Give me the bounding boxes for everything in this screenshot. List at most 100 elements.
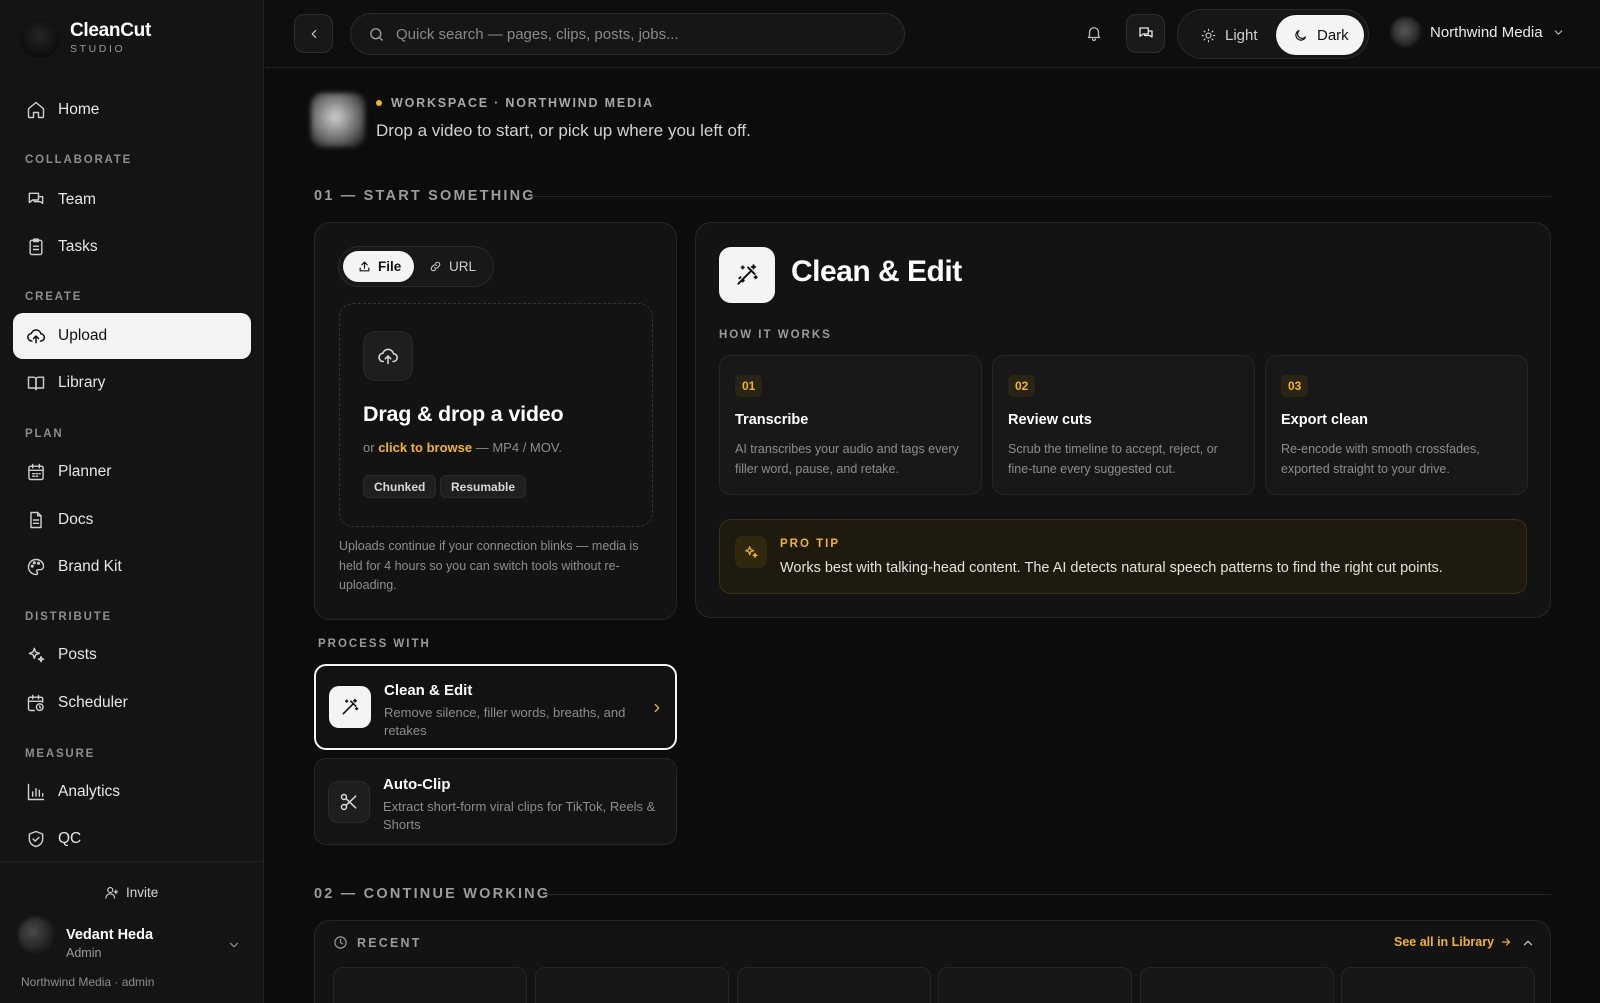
step-number: 02 — [1008, 375, 1036, 397]
sidebar-item-label: Home — [58, 101, 100, 118]
see-all-label: See all in Library — [1394, 935, 1495, 949]
how-it-works-label: HOW IT WORKS — [719, 329, 832, 341]
process-option-auto-clip[interactable]: Auto-Clip Extract short-form viral clips… — [314, 758, 677, 845]
dropzone-subtitle: or click to browse — MP4 / MOV. — [363, 440, 562, 455]
org-line: Northwind Media · admin — [21, 975, 155, 989]
video-dropzone[interactable]: Drag & drop a video or click to browse —… — [339, 303, 653, 527]
recent-label: RECENT — [333, 935, 422, 950]
sidebar-item-docs[interactable]: Docs — [13, 497, 251, 543]
nav-section-plan: PLAN — [25, 428, 64, 440]
avatar — [1391, 17, 1421, 47]
upload-note: Uploads continue if your connection blin… — [339, 539, 639, 592]
recent-item[interactable] — [1341, 967, 1535, 1003]
document-icon — [26, 510, 46, 530]
recent-label-text: RECENT — [357, 935, 422, 950]
sidebar-item-home[interactable]: Home — [13, 87, 251, 133]
chevron-right-icon — [650, 701, 664, 715]
sidebar-item-label: Analytics — [58, 783, 121, 800]
sidebar-item-posts[interactable]: Posts — [13, 632, 251, 678]
tab-url-label: URL — [449, 259, 477, 274]
process-option-description: Extract short-form viral clips for TikTo… — [383, 799, 656, 832]
process-with-label: PROCESS WITH — [318, 638, 431, 650]
sidebar: CleanCut STUDIO Home COLLABORATE Team Ta… — [0, 0, 264, 1003]
sidebar-item-analytics[interactable]: Analytics — [13, 769, 251, 815]
chat-bubbles-icon — [26, 190, 46, 210]
messages-button[interactable] — [1126, 14, 1165, 53]
clean-edit-title: Clean & Edit — [791, 255, 962, 288]
theme-dark-button[interactable]: Dark — [1276, 15, 1364, 55]
sidebar-item-label: Upload — [58, 327, 108, 344]
sidebar-item-label: Scheduler — [58, 694, 128, 711]
recent-item[interactable] — [938, 967, 1132, 1003]
sidebar-item-upload[interactable]: Upload — [13, 313, 251, 359]
status-dot — [376, 100, 382, 106]
upload-source-tabs: File URL — [338, 246, 494, 287]
recent-item[interactable] — [535, 967, 729, 1003]
section-heading-start: 01 — START SOMETHING — [314, 188, 536, 204]
user-role: Admin — [66, 946, 102, 960]
calendar-clock-icon — [26, 693, 46, 713]
sidebar-footer: Invite Vedant Heda Admin Northwind Media… — [0, 861, 264, 1003]
step-description: AI transcribes your audio and tags every… — [735, 442, 959, 476]
search-input[interactable] — [396, 25, 876, 43]
process-option-title: Clean & Edit — [384, 682, 473, 699]
collapse-sidebar-button[interactable] — [294, 14, 333, 53]
account-switcher[interactable]: Northwind Media — [1391, 17, 1565, 47]
sidebar-item-label: Team — [58, 191, 96, 208]
avatar[interactable] — [18, 917, 54, 953]
sidebar-item-label: Tasks — [58, 238, 98, 255]
sidebar-item-label: Planner — [58, 463, 112, 480]
process-option-clean-edit[interactable]: Clean & Edit Remove silence, filler word… — [314, 664, 677, 750]
search-icon — [368, 26, 385, 43]
sidebar-item-qc[interactable]: QC — [13, 816, 251, 862]
tab-file[interactable]: File — [343, 251, 414, 282]
clock-icon — [333, 935, 348, 950]
pro-tip-label: PRO TIP — [780, 538, 841, 550]
sidebar-item-team[interactable]: Team — [13, 177, 251, 223]
sidebar-item-library[interactable]: Library — [13, 360, 251, 406]
recent-item[interactable] — [333, 967, 527, 1003]
browse-link[interactable]: click to browse — [378, 440, 472, 455]
chevron-up-icon[interactable] — [1521, 936, 1535, 950]
theme-light-button[interactable]: Light — [1182, 15, 1270, 55]
recent-item[interactable] — [1140, 967, 1334, 1003]
bell-icon[interactable] — [1085, 24, 1103, 42]
pro-tip-banner: PRO TIP Works best with talking-head con… — [719, 519, 1527, 594]
workspace-avatar — [311, 93, 365, 147]
chat-bubbles-icon — [1137, 25, 1155, 43]
theme-light-label: Light — [1225, 26, 1258, 44]
workspace-label-text: WORKSPACE · NORTHWIND MEDIA — [391, 96, 654, 110]
bar-chart-icon — [26, 782, 46, 802]
workspace-description: Drop a video to start, or pick up where … — [376, 121, 751, 140]
step-number: 01 — [735, 375, 763, 397]
sidebar-item-planner[interactable]: Planner — [13, 449, 251, 495]
sun-icon — [1201, 28, 1216, 43]
home-icon — [26, 100, 46, 120]
step-card: 03 Export clean Re-encode with smooth cr… — [1265, 355, 1528, 495]
tab-file-label: File — [378, 259, 402, 274]
recent-item[interactable] — [737, 967, 931, 1003]
invite-button[interactable]: Invite — [104, 885, 158, 900]
top-bar: Light Dark Northwind Media — [265, 0, 1600, 68]
theme-dark-label: Dark — [1317, 26, 1349, 44]
magic-wand-icon — [329, 686, 371, 728]
upload-icon — [358, 260, 371, 273]
step-card: 01 Transcribe AI transcribes your audio … — [719, 355, 982, 495]
brand-subtitle: STUDIO — [70, 43, 126, 55]
brand-name: CleanCut — [70, 20, 151, 41]
step-title: Review cuts — [1008, 412, 1092, 428]
step-description: Scrub the timeline to accept, reject, or… — [1008, 442, 1218, 476]
tab-url[interactable]: URL — [424, 251, 490, 282]
step-title: Transcribe — [735, 412, 809, 428]
nav-section-create: CREATE — [25, 291, 83, 303]
search-bar[interactable] — [350, 13, 905, 55]
feature-chip: Chunked — [363, 475, 437, 498]
sidebar-item-brand-kit[interactable]: Brand Kit — [13, 544, 251, 590]
cloud-upload-icon — [363, 331, 413, 381]
chevron-down-icon[interactable] — [227, 938, 241, 952]
sidebar-item-scheduler[interactable]: Scheduler — [13, 680, 251, 726]
see-all-library-link[interactable]: See all in Library — [1394, 935, 1512, 949]
brand[interactable]: CleanCut STUDIO — [20, 18, 151, 58]
nav-section-collaborate: COLLABORATE — [25, 154, 133, 166]
sidebar-item-tasks[interactable]: Tasks — [13, 224, 251, 270]
